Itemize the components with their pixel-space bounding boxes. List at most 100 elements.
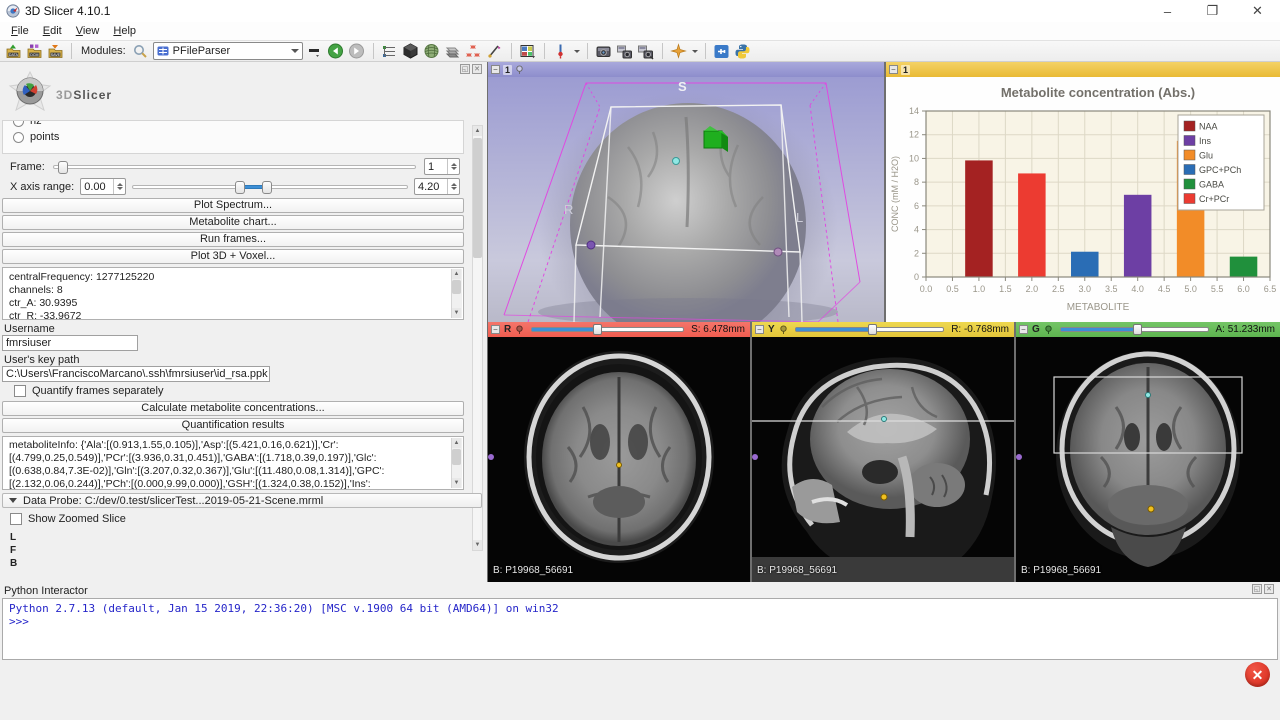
quantification-results-button[interactable]: Quantification results xyxy=(2,418,464,433)
menu-file[interactable]: File xyxy=(4,24,36,38)
fiducial-point[interactable] xyxy=(673,158,680,165)
python-console-icon[interactable] xyxy=(734,42,752,60)
view-chart[interactable]: – 1 0.00.51.01.52.02.53.03.54.04.55.05.5… xyxy=(886,62,1280,322)
frame-slider[interactable] xyxy=(53,160,416,174)
fiducial-point[interactable] xyxy=(882,417,887,422)
slice-offset-slider[interactable] xyxy=(795,324,945,335)
slice-offset-slider[interactable] xyxy=(531,324,684,335)
back-arrow-icon[interactable] xyxy=(327,42,345,60)
save-icon[interactable]: SAVE xyxy=(46,42,64,60)
view-minimize-icon[interactable]: – xyxy=(1019,325,1028,334)
radio-points[interactable] xyxy=(13,132,24,143)
menu-edit[interactable]: Edit xyxy=(36,24,69,38)
python-undock-icon[interactable]: ◱ xyxy=(1252,584,1262,594)
slice-red-canvas[interactable]: B: P19968_56691 xyxy=(488,337,750,582)
menu-view[interactable]: View xyxy=(69,24,107,38)
xaxis-max-spinbox[interactable]: 4.20 xyxy=(414,178,460,195)
slice-green-canvas[interactable]: B: P19968_56691 xyxy=(1016,337,1280,582)
crosshair-menu-caret[interactable] xyxy=(574,50,580,53)
plot-3d-voxel-button[interactable]: Plot 3D + Voxel... xyxy=(2,249,464,264)
scroll-down-icon[interactable]: ▼ xyxy=(452,478,461,488)
view-3d[interactable]: – 1 xyxy=(488,62,884,322)
keypath-input[interactable]: C:\Users\FranciscoMarcano\.ssh\fmrsiuser… xyxy=(2,366,270,382)
view-3d-header: – 1 xyxy=(488,62,884,77)
slice-yellow-canvas[interactable]: B: P19968_56691 xyxy=(752,337,1014,582)
load-dicom-icon[interactable]: DCM xyxy=(25,42,43,60)
panel-scrollbar[interactable]: ▲ ▼ xyxy=(472,125,483,551)
roi-handle[interactable] xyxy=(587,241,595,249)
transforms-icon[interactable] xyxy=(486,42,504,60)
scene-view-restore-icon[interactable] xyxy=(637,42,655,60)
username-input[interactable]: fmrsiuser xyxy=(2,335,138,351)
error-log-button[interactable]: ✕ xyxy=(1245,662,1270,687)
scroll-up-icon[interactable]: ▲ xyxy=(452,269,461,279)
metabolite-chart-button[interactable]: Metabolite chart... xyxy=(2,215,464,230)
pin-icon[interactable] xyxy=(1044,325,1053,334)
scroll-down-icon[interactable]: ▼ xyxy=(452,308,461,318)
slice-view-yellow[interactable]: – Y R: -0.768mm xyxy=(752,322,1014,582)
crosshair-icon[interactable] xyxy=(552,42,570,60)
scroll-down-icon[interactable]: ▼ xyxy=(473,540,482,550)
slice-edge-handle[interactable] xyxy=(752,454,758,460)
pin-icon[interactable] xyxy=(515,65,524,74)
sample-data-cube-icon[interactable] xyxy=(402,42,420,60)
metabolite-chart[interactable]: 0.00.51.01.52.02.53.03.54.04.55.05.56.06… xyxy=(886,77,1280,322)
pin-icon[interactable] xyxy=(779,325,788,334)
view-minimize-icon[interactable]: – xyxy=(491,325,500,334)
metabolite-info-textarea[interactable]: metaboliteInfo: {'Ala':[(0.913,1.55,0.10… xyxy=(2,436,464,490)
show-zoomed-slice-checkbox[interactable] xyxy=(10,513,22,525)
xaxis-range-slider[interactable] xyxy=(132,180,408,194)
module-history-icon[interactable] xyxy=(306,42,324,60)
close-button[interactable]: ✕ xyxy=(1235,0,1280,22)
scene-view-capture-icon[interactable] xyxy=(616,42,634,60)
load-data-icon[interactable]: DATA xyxy=(4,42,22,60)
textarea-scrollbar[interactable]: ▲ ▼ xyxy=(451,269,462,318)
calculate-concentrations-button[interactable]: Calculate metabolite concentrations... xyxy=(2,401,464,416)
plot-spectrum-button[interactable]: Plot Spectrum... xyxy=(2,198,464,213)
extensions-menu-caret[interactable] xyxy=(692,50,698,53)
forward-arrow-icon[interactable] xyxy=(348,42,366,60)
slice-view-green[interactable]: – G A: 51.233mm xyxy=(1016,322,1280,582)
menu-help[interactable]: Help xyxy=(106,24,143,38)
layout-icon[interactable] xyxy=(519,42,537,60)
scroll-up-icon[interactable]: ▲ xyxy=(452,438,461,448)
quantify-frames-checkbox[interactable] xyxy=(14,385,26,397)
extension-manager-icon[interactable] xyxy=(713,42,731,60)
python-console[interactable]: Python 2.7.13 (default, Jan 15 2019, 22:… xyxy=(2,598,1278,660)
textarea-scrollbar[interactable]: ▲ ▼ xyxy=(451,438,462,488)
volume-rendering-icon[interactable] xyxy=(423,42,441,60)
panel-undock-icon[interactable]: ◱ xyxy=(460,64,470,74)
markups-icon[interactable] xyxy=(465,42,483,60)
slice-offset-slider[interactable] xyxy=(1060,324,1209,335)
xaxis-min-spinbox[interactable]: 0.00 xyxy=(80,178,126,195)
minimize-button[interactable]: – xyxy=(1145,0,1190,22)
slice-edge-handle[interactable] xyxy=(1016,454,1022,460)
scroll-up-icon[interactable]: ▲ xyxy=(473,126,482,136)
fiducial-point[interactable] xyxy=(1148,506,1154,512)
view-3d-canvas[interactable]: S R L xyxy=(488,77,884,322)
module-search-icon[interactable] xyxy=(132,42,150,60)
extensions-star-icon[interactable] xyxy=(670,42,688,60)
slice-view-red[interactable]: – R S: 6.478mm xyxy=(488,322,750,582)
slice-edge-handle[interactable] xyxy=(488,454,494,460)
maximize-button[interactable]: ❐ xyxy=(1190,0,1235,22)
view-minimize-icon[interactable]: – xyxy=(491,65,500,74)
layers-icon[interactable] xyxy=(444,42,462,60)
run-frames-button[interactable]: Run frames... xyxy=(2,232,464,247)
view-minimize-icon[interactable]: – xyxy=(755,325,764,334)
roi-handle[interactable] xyxy=(774,248,782,256)
fiducial-point[interactable] xyxy=(1146,393,1151,398)
fiducial-point[interactable] xyxy=(881,494,887,500)
pin-icon[interactable] xyxy=(515,325,524,334)
radio-hz[interactable] xyxy=(13,120,24,127)
frame-spinbox[interactable]: 1 xyxy=(424,158,460,175)
python-close-icon[interactable]: ✕ xyxy=(1264,584,1274,594)
module-selector[interactable]: PFileParser xyxy=(153,42,303,60)
panel-close-icon[interactable]: ✕ xyxy=(472,64,482,74)
data-probe-collapsible[interactable]: Data Probe: C:/dev/0.test/slicerTest...2… xyxy=(2,493,482,508)
view-minimize-icon[interactable]: – xyxy=(889,65,898,74)
fiducial-point[interactable] xyxy=(617,463,622,468)
header-info-textarea[interactable]: centralFrequency: 1277125220 channels: 8… xyxy=(2,267,464,320)
module-hierarchy-icon[interactable] xyxy=(381,42,399,60)
screenshot-icon[interactable] xyxy=(595,42,613,60)
